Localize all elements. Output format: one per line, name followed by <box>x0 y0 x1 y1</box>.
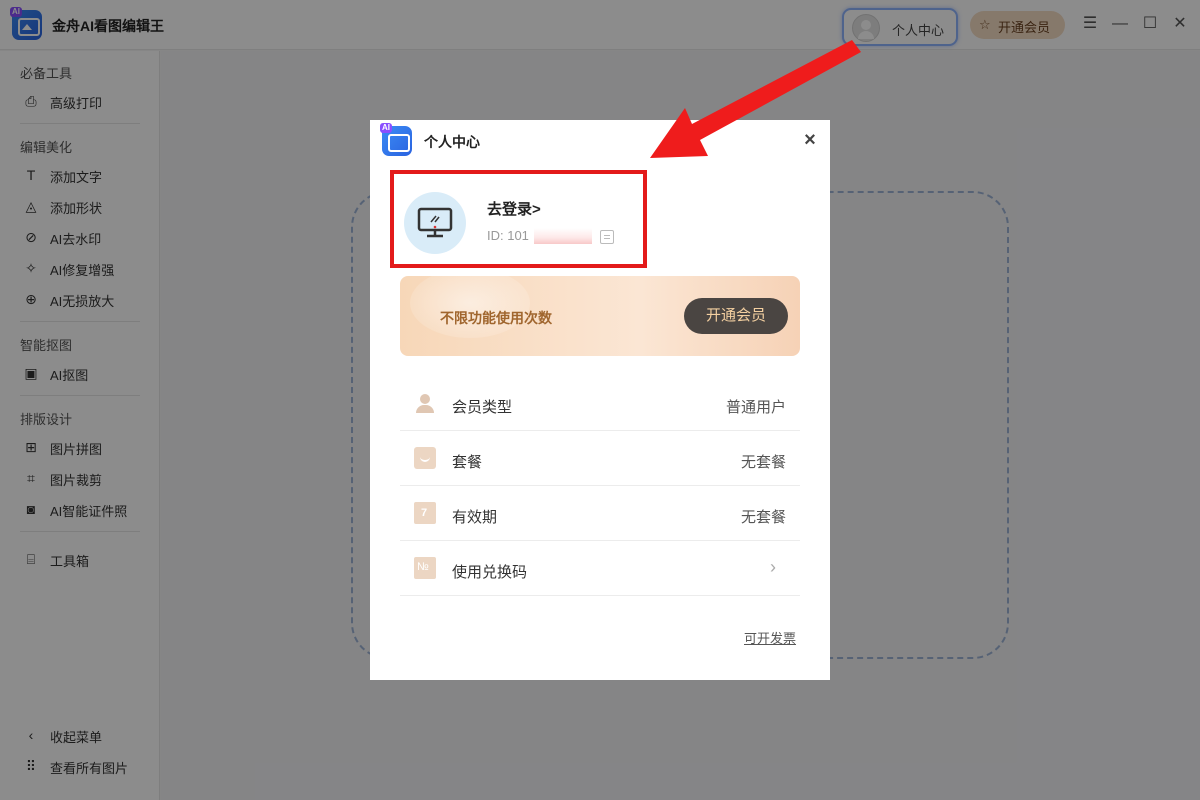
annotation-arrow-icon <box>650 40 861 158</box>
